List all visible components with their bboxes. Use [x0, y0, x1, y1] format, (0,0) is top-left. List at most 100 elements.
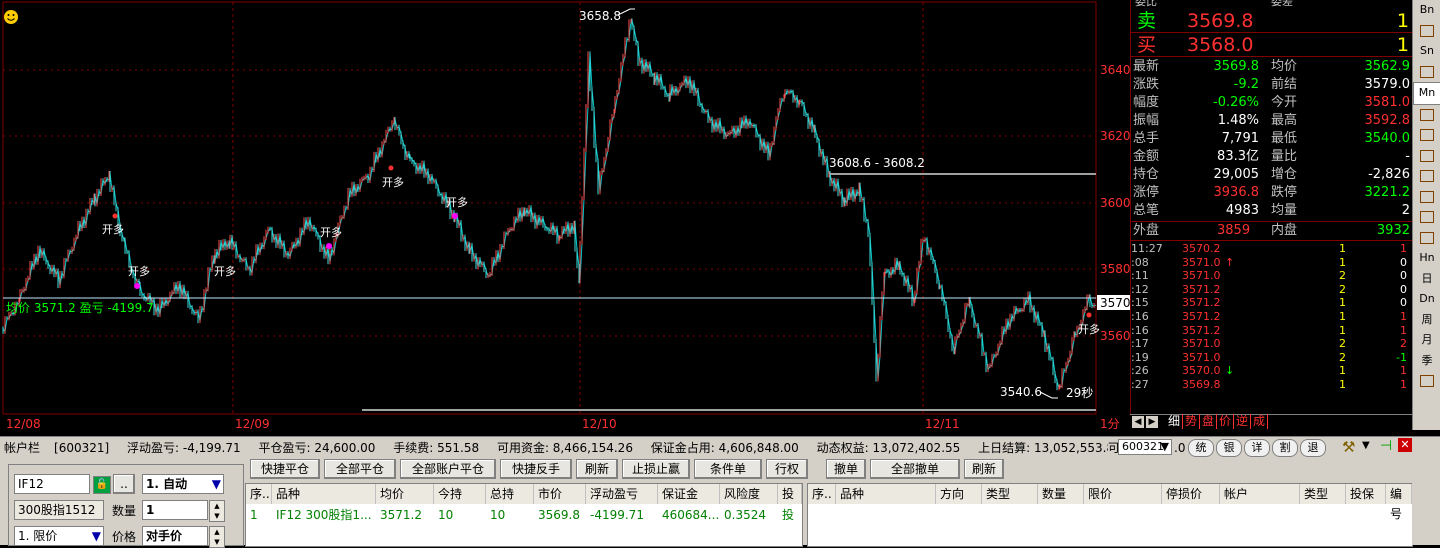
- side-toolbar-button[interactable]: Hn: [1413, 248, 1440, 269]
- positions-cell[interactable]: 10: [486, 505, 534, 525]
- stat-label: 幅度: [1133, 95, 1160, 110]
- positions-header[interactable]: 总持: [486, 484, 534, 504]
- positions-cell[interactable]: 3569.8: [534, 505, 586, 525]
- positions-cell[interactable]: 1: [246, 505, 272, 525]
- positions-header[interactable]: 风险度: [720, 484, 778, 504]
- price-input[interactable]: 对手价: [142, 526, 208, 546]
- side-toolbar-button[interactable]: [1413, 105, 1440, 126]
- orders-header[interactable]: 序..: [808, 484, 836, 504]
- positions-cell[interactable]: 0.3524: [720, 505, 778, 525]
- stat-label: 最低: [1271, 131, 1298, 146]
- side-toolbar-button[interactable]: 日: [1413, 269, 1440, 290]
- side-toolbar-button[interactable]: Sn: [1413, 41, 1440, 62]
- buy-price[interactable]: 3568.0: [1187, 34, 1253, 56]
- toolbar-button[interactable]: 刷新: [576, 459, 618, 479]
- positions-header[interactable]: 品种: [272, 484, 376, 504]
- toolbar-button[interactable]: 全部撤单: [870, 459, 960, 479]
- side-toolbar-button[interactable]: Mn: [1413, 82, 1440, 105]
- toolbar-button[interactable]: 止损止赢: [622, 459, 690, 479]
- positions-cell[interactable]: IF12 300股指1...: [272, 505, 376, 525]
- orders-header[interactable]: 帐户: [1220, 484, 1300, 504]
- period-label[interactable]: 1分: [1100, 417, 1120, 430]
- quote-tab[interactable]: 成: [1251, 414, 1268, 429]
- sell-price[interactable]: 3569.8: [1187, 10, 1253, 32]
- quote-tab[interactable]: 逆: [1234, 414, 1251, 429]
- orders-header[interactable]: 数量: [1038, 484, 1084, 504]
- side-toolbar-button[interactable]: [1413, 146, 1440, 167]
- orders-header[interactable]: 方向: [936, 484, 982, 504]
- side-toolbar-button[interactable]: [1413, 228, 1440, 249]
- orders-header[interactable]: 投保: [1346, 484, 1386, 504]
- side-toolbar-button[interactable]: Bn: [1413, 0, 1440, 21]
- side-toolbar-button[interactable]: 季: [1413, 351, 1440, 372]
- account-small-button[interactable]: 统: [1188, 439, 1214, 457]
- qty-stepper[interactable]: ▲ ▼: [209, 500, 225, 522]
- positions-cell[interactable]: -4199.71: [586, 505, 658, 525]
- qty-input[interactable]: 1: [142, 500, 208, 520]
- side-toolbar-button[interactable]: [1413, 62, 1440, 83]
- side-toolbar-button[interactable]: 月: [1413, 330, 1440, 351]
- positions-cell[interactable]: 460684...: [658, 505, 720, 525]
- positions-table[interactable]: 序.. 品种 均价 今持 总持 市价 浮动盈亏 保证金 风险度投 1 IF12 300股指1...…: [245, 483, 803, 547]
- account-small-button[interactable]: 退: [1300, 439, 1326, 457]
- positions-cell[interactable]: 10: [434, 505, 486, 525]
- positions-header[interactable]: 市价: [534, 484, 586, 504]
- toolbar-button[interactable]: 全部账户平仓: [400, 459, 496, 479]
- close-icon[interactable]: ✕: [1398, 438, 1412, 452]
- positions-cell[interactable]: 3571.2: [376, 505, 434, 525]
- side-toolbar-button[interactable]: Dn: [1413, 289, 1440, 310]
- toolbar-button[interactable]: 条件单: [694, 459, 762, 479]
- toolbar-button[interactable]: 全部平仓: [324, 459, 396, 479]
- positions-header[interactable]: 投: [778, 484, 802, 504]
- side-toolbar-button[interactable]: [1413, 187, 1440, 208]
- quote-tab[interactable]: 势: [1183, 414, 1200, 429]
- side-toolbar-button[interactable]: [1413, 166, 1440, 187]
- account-small-button[interactable]: 割: [1272, 439, 1298, 457]
- level-label: 3608.6 - 3608.2: [829, 156, 925, 170]
- positions-header[interactable]: 今持: [434, 484, 486, 504]
- toolbar-button[interactable]: 行权: [766, 459, 808, 479]
- orders-header[interactable]: 品种: [836, 484, 936, 504]
- positions-header[interactable]: 均价: [376, 484, 434, 504]
- positions-header[interactable]: 保证金: [658, 484, 720, 504]
- account-select[interactable]: 600321 ▼: [1118, 439, 1172, 455]
- positions-cell[interactable]: 投: [778, 505, 802, 525]
- smile-icon[interactable]: [4, 10, 18, 24]
- lock-icon[interactable]: 🔓: [93, 476, 111, 494]
- wrench-icon[interactable]: ⚒: [1342, 438, 1355, 456]
- toolbar-button[interactable]: 快捷反手: [500, 459, 572, 479]
- buy-qty: 1: [1396, 34, 1409, 56]
- order-type-select[interactable]: 1. 限价 ▼: [14, 526, 104, 546]
- intraday-chart[interactable]: 3658.8 3608.6 - 3608.2 3540.6 29秒 均价 357…: [0, 0, 1130, 430]
- side-toolbar-button[interactable]: [1413, 207, 1440, 228]
- quote-tab[interactable]: 价: [1217, 414, 1234, 429]
- side-toolbar-button[interactable]: [1413, 21, 1440, 42]
- stat-label: 最高: [1271, 113, 1298, 128]
- pin-icon[interactable]: ⊣: [1380, 438, 1392, 454]
- positions-header[interactable]: 序..: [246, 484, 272, 504]
- orders-table[interactable]: 序.. 品种 方向 类型 数量 限价 停损价 帐户 类型 投保 编号: [807, 483, 1413, 547]
- quote-tab[interactable]: 细: [1166, 414, 1183, 429]
- quote-tab[interactable]: 盘: [1200, 414, 1217, 429]
- contract-input[interactable]: IF12: [14, 474, 90, 494]
- orders-header[interactable]: 类型: [982, 484, 1038, 504]
- mode-select[interactable]: 1. 自动 ▼: [142, 474, 224, 494]
- stat-label: 增仓: [1271, 167, 1298, 182]
- orders-header[interactable]: 类型: [1300, 484, 1346, 504]
- orders-header[interactable]: 编号: [1386, 484, 1412, 521]
- positions-header[interactable]: 浮动盈亏: [586, 484, 658, 504]
- account-small-button[interactable]: 银: [1216, 439, 1242, 457]
- toolbar-button[interactable]: 快捷平仓: [250, 459, 320, 479]
- toolbar-button[interactable]: 刷新: [964, 459, 1004, 479]
- chevron-down-icon[interactable]: ▼: [1362, 440, 1370, 451]
- side-toolbar-button[interactable]: 周: [1413, 310, 1440, 331]
- tab-left-arrow-icon[interactable]: ◀: [1132, 416, 1144, 428]
- side-toolbar-button[interactable]: [1413, 371, 1440, 392]
- dots-button[interactable]: ..: [113, 474, 135, 494]
- orders-header[interactable]: 限价: [1084, 484, 1162, 504]
- toolbar-button[interactable]: 撤单: [826, 459, 866, 479]
- tab-right-arrow-icon[interactable]: ▶: [1146, 416, 1158, 428]
- account-small-button[interactable]: 详: [1244, 439, 1270, 457]
- side-toolbar-button[interactable]: [1413, 125, 1440, 146]
- orders-header[interactable]: 停损价: [1162, 484, 1220, 504]
